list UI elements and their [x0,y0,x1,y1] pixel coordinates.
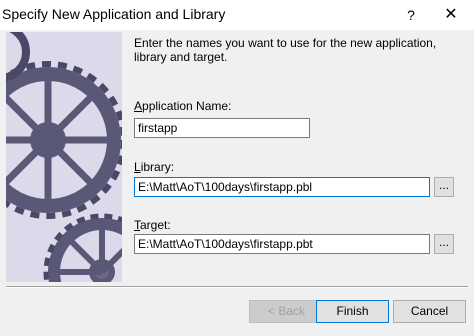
application-name-label: Application Name: [134,99,232,113]
application-name-input[interactable]: firstapp [134,118,310,138]
library-label: Library: [134,160,175,174]
cancel-button[interactable]: Cancel [393,300,466,323]
button-separator [6,286,468,288]
target-input[interactable]: E:\Matt\AoT\100days\firstapp.pbt [134,234,430,254]
new-application-dialog: Specify New Application and Library ? ✕ [0,0,474,336]
library-input[interactable]: E:\Matt\AoT\100days\firstapp.pbl [134,177,430,197]
library-browse-button[interactable]: ... [434,177,454,197]
gears-illustration [6,32,122,282]
target-label: Target: [134,218,171,232]
close-icon[interactable]: ✕ [428,0,474,30]
instructions-text: Enter the names you want to use for the … [134,36,437,64]
back-button[interactable]: < Back [249,300,324,323]
target-browse-button[interactable]: ... [434,234,454,254]
finish-button[interactable]: Finish [316,300,389,323]
help-icon[interactable]: ? [396,0,426,30]
window-title: Specify New Application and Library [2,6,226,22]
title-bar: Specify New Application and Library ? ✕ [0,0,474,30]
